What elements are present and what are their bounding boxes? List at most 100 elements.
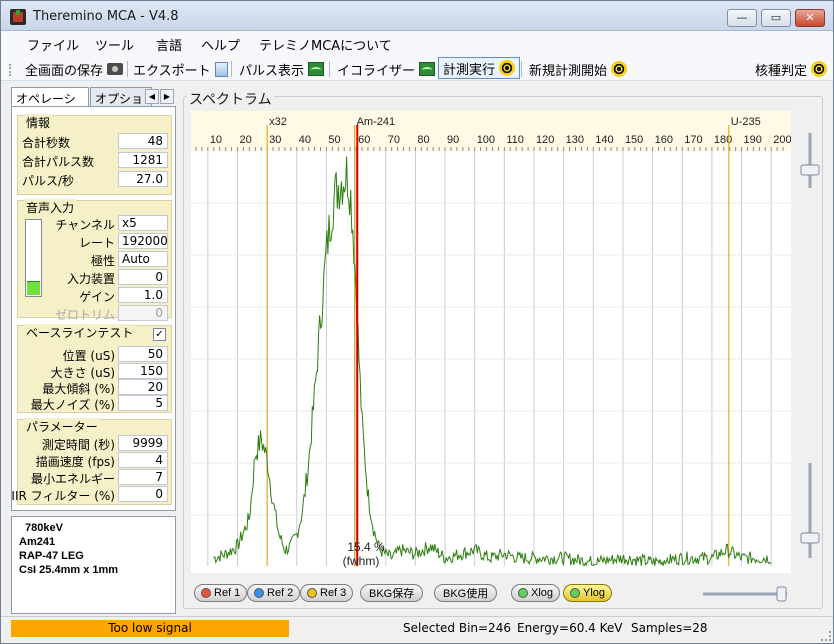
total-pulses-row: 合計パルス数 1281 [18, 152, 173, 169]
plot-background [191, 151, 791, 573]
polarity-row: 極性 Auto [18, 251, 173, 268]
save-screen-button[interactable]: 全画面の保存 [25, 59, 124, 79]
radiation-icon [811, 61, 828, 77]
x-tick-label: 200 [773, 134, 791, 146]
xlog-button[interactable]: Xlog [511, 584, 561, 602]
notes-textarea[interactable]: 780keV Am241 RAP-47 LEG CsI 25.4mm x 1mm [11, 516, 176, 614]
menu-file[interactable]: ファイル [27, 35, 79, 54]
baseline-title: ベースラインテスト [24, 324, 136, 341]
menu-about[interactable]: テレミノMCAについて [259, 35, 392, 54]
polarity-select[interactable]: Auto [118, 251, 168, 267]
bkg-save-button[interactable]: BKG保存 [360, 584, 424, 602]
toolbar-grip [9, 64, 12, 76]
samples-count: Samples=28 [631, 621, 708, 635]
max-slope-row: 最大傾斜 (%) 20 [18, 379, 173, 396]
fwhm-label: (fwhm) [343, 554, 380, 568]
iir-row: IIR フィルター (%) 0 [11, 486, 173, 503]
run-measure-button[interactable]: 計測実行 [438, 57, 521, 79]
total-pulses-value: 1281 [118, 152, 168, 168]
parameters-title: パラメーター [24, 418, 100, 435]
xlog-dot-icon [518, 588, 528, 598]
ref2-button[interactable]: Ref 2 [247, 584, 301, 602]
top-slider-thumb[interactable] [800, 164, 820, 176]
toolbar-separator [329, 61, 330, 77]
tab-options[interactable]: オプション [90, 87, 152, 123]
x-tick-label: 60 [358, 134, 370, 146]
gain-input[interactable]: 1.0 [118, 287, 168, 303]
close-button[interactable]: ✕ [795, 9, 825, 27]
pulses-per-sec-label: パルス/秒 [22, 174, 75, 188]
parameters-group: パラメーター 測定時間 (秒) 9999 描画速度 (fps) 4 最小エネルギ… [11, 418, 173, 505]
marker-label: x32 [269, 116, 287, 128]
horizontal-slider [703, 586, 787, 602]
pulse-view-button[interactable]: パルス表示 [239, 59, 325, 79]
energy-readout: Energy=60.4 KeV [517, 621, 623, 635]
minimize-button[interactable]: — [727, 9, 757, 27]
title-bar: Theremino MCA - V4.8 — ▭ ✕ [1, 1, 833, 31]
x-tick-label: 120 [536, 134, 554, 146]
rate-row: レート 192000 [18, 233, 173, 250]
device-label: 入力装置 [66, 272, 115, 286]
isotope-id-button[interactable]: 核種判定 [755, 59, 828, 79]
x-tick-label: 10 [210, 134, 222, 146]
radiation-icon [499, 60, 516, 76]
x-tick-label: 20 [239, 134, 251, 146]
zero-trim-input[interactable]: 0 [118, 305, 168, 321]
export-button[interactable]: エクスポート [133, 59, 228, 79]
new-measure-button[interactable]: 新規計測開始 [529, 59, 628, 79]
total-seconds-label: 合計秒数 [22, 136, 71, 150]
baseline-test-group: ベースラインテスト ✓ 位置 (uS) 50 大きさ (uS) 150 最大傾斜… [17, 324, 173, 413]
ref3-label: Ref 3 [320, 587, 347, 599]
tab-scroll-right-icon[interactable]: ▶ [160, 89, 174, 104]
ref3-button[interactable]: Ref 3 [300, 584, 354, 602]
max-noise-row: 最大ノイズ (%) 5 [18, 395, 173, 412]
draw-speed-input[interactable]: 4 [118, 452, 168, 468]
min-energy-input[interactable]: 7 [118, 469, 168, 485]
meas-time-row: 測定時間 (秒) 9999 [18, 435, 173, 452]
app-window: Theremino MCA - V4.8 — ▭ ✕ ファイル ツール 言語 ヘ… [0, 0, 834, 644]
selected-bin: Selected Bin=246 [403, 621, 511, 635]
rate-label: レート [78, 236, 115, 250]
x-tick-label: 170 [684, 134, 702, 146]
menu-language[interactable]: 言語 [156, 35, 182, 54]
meas-time-input[interactable]: 9999 [118, 435, 168, 451]
channel-select[interactable]: x5 [118, 215, 168, 231]
device-row: 入力装置 0 [18, 269, 173, 286]
toolbar-separator [521, 61, 522, 77]
x-tick-label: 40 [299, 134, 311, 146]
operation-panel: 情報 合計秒数 48 合計パルス数 1281 パルス/秒 27.0 音声入力 チ… [11, 106, 176, 511]
toolbar-separator [127, 61, 128, 77]
tab-scroll-left-icon[interactable]: ◀ [145, 89, 159, 104]
size-input[interactable]: 150 [118, 363, 168, 379]
bkg-use-button[interactable]: BKG使用 [434, 584, 498, 602]
baseline-checkbox[interactable]: ✓ [153, 328, 166, 341]
min-energy-label: 最小エネルギー [30, 472, 115, 486]
menu-tools[interactable]: ツール [95, 35, 134, 54]
pulses-per-sec-value: 27.0 [118, 171, 168, 187]
fwhm-percent: 15.4 % [347, 540, 385, 554]
iir-input[interactable]: 0 [118, 486, 168, 502]
max-slope-input[interactable]: 20 [118, 379, 168, 395]
bottom-slider-thumb[interactable] [800, 532, 820, 544]
x-tick-label: 130 [566, 134, 584, 146]
isotope-id-label: 核種判定 [755, 63, 808, 79]
radiation-icon [611, 61, 628, 77]
ref1-label: Ref 1 [214, 587, 241, 599]
tab-operation[interactable]: オペレーション [11, 87, 89, 123]
waveform-icon [419, 62, 436, 76]
info-group: 情報 合計秒数 48 合計パルス数 1281 パルス/秒 27.0 [17, 114, 173, 195]
spectrum-chart[interactable]: 10 20 30 40 50 60 70 80 90 100 110 120 130 140 150 160 1… [191, 111, 791, 573]
export-label: エクスポート [133, 63, 211, 79]
ref1-button[interactable]: Ref 1 [194, 584, 248, 602]
hslider-thumb[interactable] [776, 586, 787, 602]
max-noise-input[interactable]: 5 [118, 395, 168, 411]
position-input[interactable]: 50 [118, 346, 168, 362]
xlog-label: Xlog [531, 587, 554, 599]
resize-grip[interactable] [821, 631, 831, 641]
maximize-button[interactable]: ▭ [761, 9, 791, 27]
device-input[interactable]: 0 [118, 269, 168, 285]
equalizer-button[interactable]: イコライザー [337, 59, 436, 79]
ylog-button[interactable]: Ylog [563, 584, 613, 602]
menu-help[interactable]: ヘルプ [201, 35, 240, 54]
rate-select[interactable]: 192000 [118, 233, 168, 249]
